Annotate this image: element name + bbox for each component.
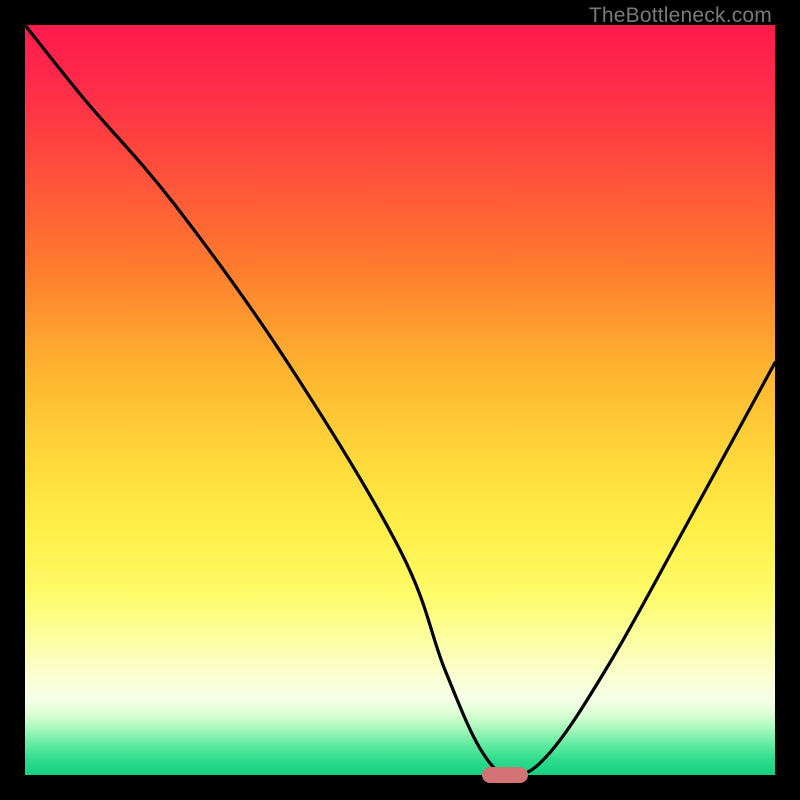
curve-path	[25, 25, 775, 775]
bottleneck-curve	[25, 25, 775, 775]
chart-frame: TheBottleneck.com	[0, 0, 800, 800]
optimal-marker	[482, 767, 528, 783]
attribution-text: TheBottleneck.com	[589, 4, 772, 28]
plot-area	[25, 25, 775, 775]
